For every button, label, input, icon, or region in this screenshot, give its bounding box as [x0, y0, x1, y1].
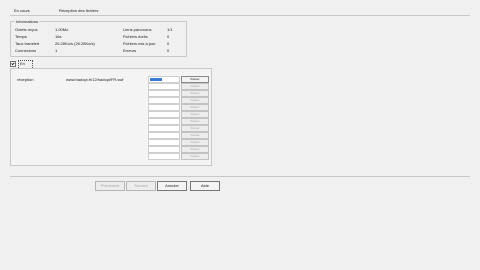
status-value: Réception des fichiers: [59, 8, 99, 13]
skip-button[interactable]: Passer: [181, 111, 209, 118]
skip-button[interactable]: Passer: [181, 83, 209, 90]
info-label: Octets reçus: [15, 27, 38, 32]
progress-field: [148, 139, 180, 146]
info-row-received: Octets reçus: [15, 27, 37, 32]
progress-field: [148, 111, 180, 118]
info-label: Temps: [15, 34, 27, 39]
info-label: Fichiers écrits: [123, 34, 148, 39]
skip-button[interactable]: Passer: [181, 104, 209, 111]
info-title: Informations: [15, 19, 40, 24]
skip-button[interactable]: Passer: [181, 76, 209, 83]
top-divider: [10, 15, 470, 16]
skip-button[interactable]: Passer: [181, 153, 209, 160]
progress-highlight: [150, 78, 162, 81]
help-button[interactable]: Aide: [190, 181, 220, 191]
info-label: Liens parcourus: [123, 27, 152, 32]
progress-field: [148, 118, 180, 125]
transfer-url: www.hadopi.fr/12/hadopi/FR.swf: [66, 77, 124, 82]
info-value: 26.28Ko/s (26.28Ko/s): [55, 41, 95, 46]
skip-button[interactable]: Passer: [181, 146, 209, 153]
info-group: Informations Octets reçus 1.00Mo Temps 1…: [10, 19, 187, 57]
cancel-button[interactable]: Annuler: [157, 181, 187, 191]
progress-field: [148, 153, 180, 160]
info-row-rate: Taux transfert: [15, 41, 39, 46]
transfer-list: réception www.hadopi.fr/12/hadopi/FR.swf…: [10, 68, 212, 166]
progress-field: [148, 76, 180, 83]
progress-field: [148, 146, 180, 153]
info-row-connections: Connexions: [15, 48, 36, 53]
encours-checkbox[interactable]: [10, 61, 16, 67]
bottom-divider: [10, 176, 470, 177]
skip-button[interactable]: Passer: [181, 97, 209, 104]
skip-button[interactable]: Passer: [181, 90, 209, 97]
progress-field: [148, 90, 180, 97]
progress-field: [148, 125, 180, 132]
skip-button[interactable]: Passer: [181, 139, 209, 146]
info-value: 0: [167, 34, 170, 39]
info-value: 16s: [55, 34, 62, 39]
progress-field: [148, 97, 180, 104]
progress-field: [148, 83, 180, 90]
info-value: 1/1: [167, 27, 173, 32]
info-label: Fichiers mis à jour: [123, 41, 156, 46]
progress-field: [148, 104, 180, 111]
info-label: Erreurs: [123, 48, 137, 53]
previous-button[interactable]: Précédent: [95, 181, 125, 191]
info-label: Connexions: [15, 48, 37, 53]
status-label: En cours: [14, 8, 30, 13]
skip-button[interactable]: Passer: [181, 125, 209, 132]
next-button[interactable]: Suivant: [126, 181, 156, 191]
info-label: Taux transfert: [15, 41, 40, 46]
progress-field: [148, 132, 180, 139]
info-row-time: Temps: [15, 34, 27, 39]
info-value: 0: [167, 41, 170, 46]
info-value: 0: [167, 48, 170, 53]
transfer-label: réception: [17, 77, 34, 82]
info-value: 1.00Mo: [55, 27, 69, 32]
info-value: 1: [55, 48, 58, 53]
skip-button[interactable]: Passer: [181, 132, 209, 139]
skip-button[interactable]: Passer: [181, 118, 209, 125]
